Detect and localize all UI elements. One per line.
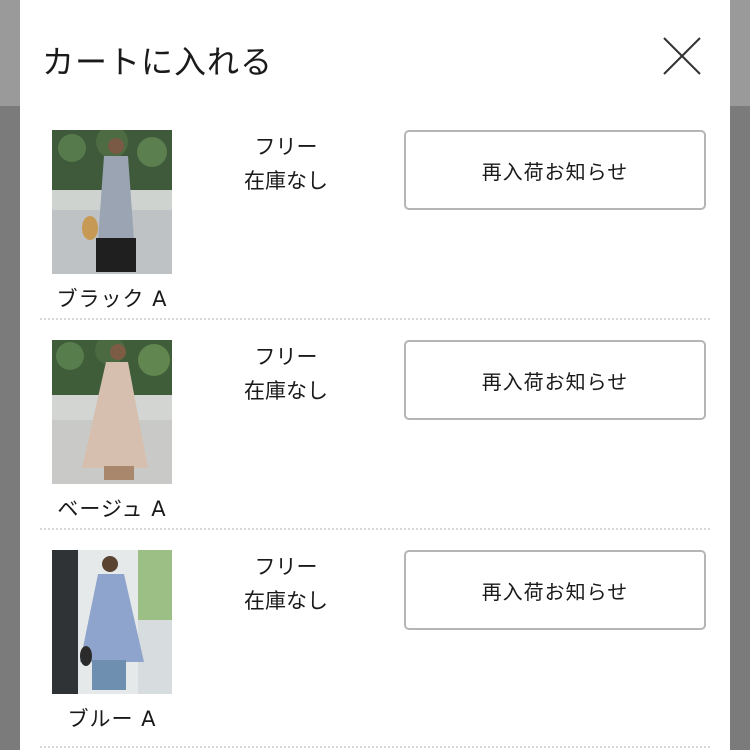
- size-label: フリー: [254, 135, 318, 159]
- row-divider: [40, 746, 710, 748]
- close-button[interactable]: [660, 34, 704, 78]
- list-item: ベージュ A フリー 在庫なし 再入荷お知らせ: [40, 340, 710, 550]
- stock-status: 在庫なし: [244, 379, 328, 403]
- list-item: ブルー A フリー 在庫なし 再入荷お知らせ: [40, 550, 710, 750]
- product-thumbnail[interactable]: [52, 550, 172, 694]
- list-item: ブラック A フリー 在庫なし 再入荷お知らせ: [40, 130, 710, 340]
- row-divider: [40, 318, 710, 320]
- stock-status: 在庫なし: [244, 589, 328, 613]
- modal-title: カートに入れる: [42, 43, 274, 81]
- stock-status: 在庫なし: [244, 169, 328, 193]
- restock-notify-button[interactable]: 再入荷お知らせ: [404, 550, 706, 630]
- size-label: フリー: [254, 345, 318, 369]
- size-label: フリー: [254, 555, 318, 579]
- product-thumbnail[interactable]: [52, 340, 172, 484]
- size-stock-info: フリー 在庫なし: [226, 550, 346, 618]
- restock-notify-button[interactable]: 再入荷お知らせ: [404, 130, 706, 210]
- restock-notify-button[interactable]: 再入荷お知らせ: [404, 340, 706, 420]
- size-stock-info: フリー 在庫なし: [226, 130, 346, 198]
- color-label: ベージュ A: [57, 497, 167, 521]
- close-icon: [663, 37, 701, 75]
- add-to-cart-modal: カートに入れる ブラック A フリー 在庫なし 再入荷お知らせ ベージュ A フ…: [20, 0, 730, 750]
- color-label: ブルー A: [67, 707, 157, 731]
- color-label: ブラック A: [56, 287, 168, 311]
- size-stock-info: フリー 在庫なし: [226, 340, 346, 408]
- product-thumbnail[interactable]: [52, 130, 172, 274]
- row-divider: [40, 528, 710, 530]
